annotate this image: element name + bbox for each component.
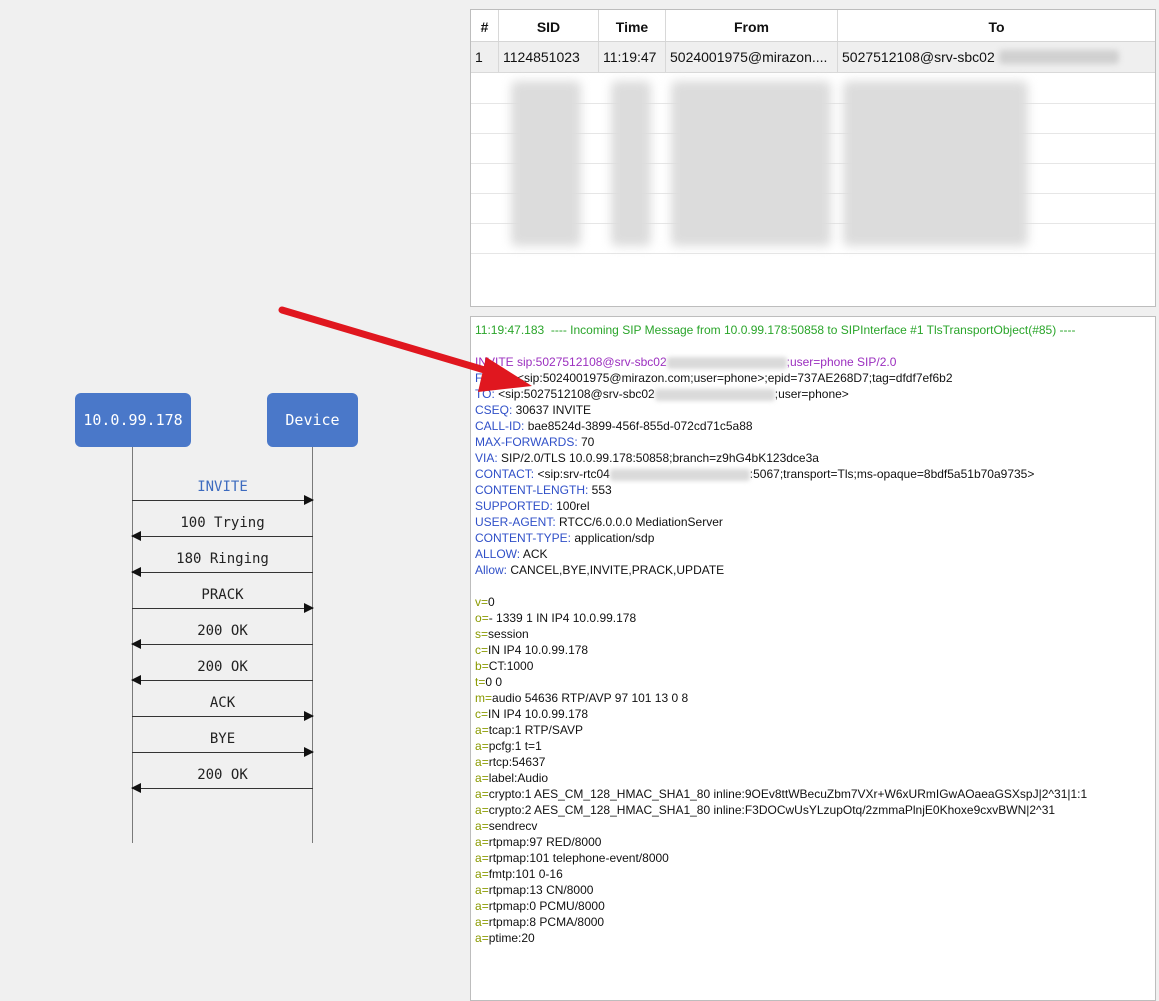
header-allow-methods: Allow: CANCEL,BYE,INVITE,PRACK,UPDATE xyxy=(475,563,725,577)
cell-to-text: 5027512108@srv-sbc02 xyxy=(842,49,995,65)
sdp-line: a=rtpmap:97 RED/8000 xyxy=(475,835,602,849)
message-label: 200 OK xyxy=(197,659,248,675)
call-flow-diagram: 10.0.99.178 Device INVITE 100 Trying 180 R… xyxy=(0,0,470,1001)
message-arrow xyxy=(131,567,313,577)
sdp-line: a=rtcp:54637 xyxy=(475,755,546,769)
sdp-line: a=pcfg:1 t=1 xyxy=(475,739,542,753)
message-label: 100 Trying xyxy=(180,515,265,531)
header-supported: SUPPORTED: 100rel xyxy=(475,499,590,513)
message-arrow xyxy=(132,495,314,505)
redacted-rows xyxy=(471,73,1155,283)
message-arrow xyxy=(132,747,314,757)
cell-from: 5024001975@mirazon.... xyxy=(666,42,838,72)
sdp-line: b=CT:1000 xyxy=(475,659,534,673)
sdp-line: v=0 xyxy=(475,595,495,609)
sdp-line: a=rtpmap:101 telephone-event/8000 xyxy=(475,851,669,865)
message-arrow xyxy=(131,675,313,685)
sdp-line: c=IN IP4 10.0.99.178 xyxy=(475,707,589,721)
message-label: PRACK xyxy=(201,587,244,603)
header-from: FROM: <sip:5024001975@mirazon.com;user=p… xyxy=(475,371,953,385)
header-to: TO: <sip:5027512108@srv-sbc02 ;user=phone… xyxy=(475,387,849,401)
endpoint-node-right: Device xyxy=(267,393,358,447)
message-label: 200 OK xyxy=(197,767,248,783)
redacted-area xyxy=(998,50,1119,64)
message-banner: 11:19:47.183 ---- Incoming SIP Message f… xyxy=(475,323,1076,337)
col-header-to[interactable]: To xyxy=(838,10,1155,41)
table-header: # SID Time From To xyxy=(471,10,1155,42)
sip-message-panel[interactable]: 11:19:47.183 ---- Incoming SIP Message f… xyxy=(470,316,1156,1001)
header-contact: CONTACT: <sip:srv-rtc04:5067;transport=T… xyxy=(475,467,1035,481)
endpoint-node-left: 10.0.99.178 xyxy=(75,393,191,447)
col-header-time[interactable]: Time xyxy=(599,10,666,41)
cell-sid: 1124851023 xyxy=(499,42,599,72)
sdp-line: a=crypto:2 AES_CM_128_HMAC_SHA1_80 inlin… xyxy=(475,803,1056,817)
message-arrow xyxy=(131,531,313,541)
col-header-from[interactable]: From xyxy=(666,10,838,41)
sdp-line: o=- 1339 1 IN IP4 10.0.99.178 xyxy=(475,611,637,625)
sdp-line: t=0 0 xyxy=(475,675,503,689)
col-header-sid[interactable]: SID xyxy=(499,10,599,41)
header-content-length: CONTENT-LENGTH: 553 xyxy=(475,483,612,497)
message-arrow xyxy=(131,639,313,649)
header-content-type: CONTENT-TYPE: application/sdp xyxy=(475,531,655,545)
sdp-line: m=audio 54636 RTP/AVP 97 101 13 0 8 xyxy=(475,691,689,705)
message-label: 180 Ringing xyxy=(176,551,269,567)
sdp-line: c=IN IP4 10.0.99.178 xyxy=(475,643,589,657)
sdp-line: a=fmtp:101 0-16 xyxy=(475,867,563,881)
header-cseq: CSEQ: 30637 INVITE xyxy=(475,403,592,417)
col-header-number[interactable]: # xyxy=(471,10,499,41)
message-label: BYE xyxy=(209,731,236,747)
header-max-forwards: MAX-FORWARDS: 70 xyxy=(475,435,595,449)
sdp-body: v=0 o=- 1339 1 IN IP4 10.0.99.178 s=sessio… xyxy=(475,594,1151,946)
request-line: INVITE sip:5027512108@srv-sbc02 ;user=pho… xyxy=(475,355,897,369)
header-via: VIA: SIP/2.0/TLS 10.0.99.178:50858;branc… xyxy=(475,451,819,465)
sdp-line: a=label:Audio xyxy=(475,771,549,785)
header-allow: ALLOW: ACK xyxy=(475,547,548,561)
sdp-line: a=ptime:20 xyxy=(475,931,535,945)
message-arrow xyxy=(132,711,314,721)
cell-to: 5027512108@srv-sbc02 xyxy=(838,42,1155,72)
sdp-line: s=session xyxy=(475,627,529,641)
message-label: ACK xyxy=(209,695,236,711)
header-user-agent: USER-AGENT: RTCC/6.0.0.0 MediationServer xyxy=(475,515,723,529)
calls-table: # SID Time From To 1 1124851023 11:19:47… xyxy=(470,9,1156,307)
sdp-line: a=rtpmap:13 CN/8000 xyxy=(475,883,594,897)
message-arrow xyxy=(132,603,314,613)
sdp-line: a=rtpmap:0 PCMU/8000 xyxy=(475,899,605,913)
cell-time: 11:19:47 xyxy=(599,42,666,72)
table-row[interactable]: 1 1124851023 11:19:47 5024001975@mirazon… xyxy=(471,42,1155,73)
header-call-id: CALL-ID: bae8524d-3899-456f-855d-072cd71… xyxy=(475,419,753,433)
sdp-line: a=tcap:1 RTP/SAVP xyxy=(475,723,583,737)
lifeline-right xyxy=(312,447,313,843)
sdp-line: a=rtpmap:8 PCMA/8000 xyxy=(475,915,605,929)
message-arrow xyxy=(131,783,313,793)
message-label: 200 OK xyxy=(197,623,248,639)
sdp-line: a=crypto:1 AES_CM_128_HMAC_SHA1_80 inlin… xyxy=(475,787,1088,801)
sdp-line: a=sendrecv xyxy=(475,819,538,833)
message-label: INVITE xyxy=(197,479,248,495)
cell-number: 1 xyxy=(471,42,499,72)
